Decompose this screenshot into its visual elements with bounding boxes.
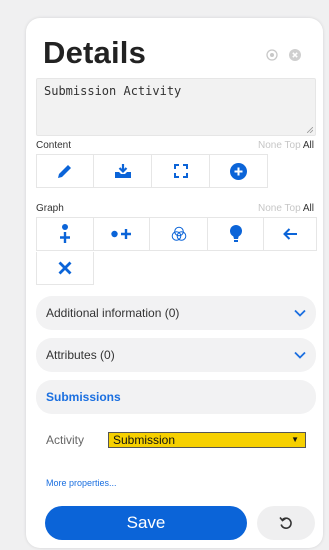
graph-section-label: Graph (36, 203, 64, 214)
undo-icon (279, 516, 292, 529)
resize-handle-icon[interactable] (307, 127, 313, 133)
add-button[interactable] (210, 155, 268, 188)
details-panel: Details Submission Activity Content None… (26, 18, 323, 548)
submissions-accordion[interactable]: Submissions (36, 380, 316, 414)
additional-information-accordion[interactable]: Additional information (0) (36, 296, 316, 330)
download-icon (114, 164, 131, 178)
add-circle-icon (230, 162, 247, 180)
dropdown-arrow-icon: ▼ (291, 435, 299, 444)
graph-filter-all[interactable]: All (303, 203, 314, 214)
description-textarea[interactable]: Submission Activity (36, 78, 316, 136)
add-related-icon (110, 229, 131, 239)
activity-label: Activity (46, 433, 85, 447)
activity-select[interactable]: Submission ▼ (108, 432, 306, 448)
close-icon[interactable] (289, 49, 301, 61)
circles-icon (171, 226, 186, 241)
additional-information-label: Additional information (0) (46, 306, 180, 320)
circles-button[interactable] (150, 218, 208, 251)
bulb-button[interactable] (208, 218, 264, 251)
content-filter: None Top All (258, 140, 314, 151)
add-child-icon (60, 224, 70, 243)
attributes-label: Attributes (0) (46, 348, 115, 362)
reset-button[interactable] (257, 506, 315, 540)
graph-filter-none[interactable]: None (258, 203, 282, 214)
arrow-left-icon (283, 228, 297, 240)
attributes-accordion[interactable]: Attributes (0) (36, 338, 316, 372)
graph-filter-top[interactable]: Top (285, 203, 301, 214)
save-button[interactable]: Save (45, 506, 247, 540)
edit-icon (58, 165, 71, 178)
edit-button[interactable] (36, 155, 94, 188)
content-toolbar (36, 154, 268, 188)
content-filter-all[interactable]: All (303, 140, 314, 151)
content-filter-top[interactable]: Top (285, 140, 301, 151)
fullscreen-button[interactable] (152, 155, 210, 188)
bulb-icon (229, 225, 242, 242)
download-button[interactable] (94, 155, 152, 188)
chevron-down-icon (294, 351, 306, 359)
activity-selected-value: Submission (113, 433, 176, 447)
close-x-icon (58, 261, 72, 275)
submissions-label: Submissions (46, 390, 121, 404)
remove-button[interactable] (36, 252, 94, 285)
locate-icon[interactable] (266, 49, 278, 61)
more-properties-link[interactable]: More properties... (46, 478, 117, 488)
back-button[interactable] (264, 218, 317, 251)
add-related-button[interactable] (94, 218, 150, 251)
chevron-down-icon (294, 309, 306, 317)
graph-filter: None Top All (258, 203, 314, 214)
content-section-label: Content (36, 140, 72, 151)
add-child-button[interactable] (36, 218, 94, 251)
graph-toolbar (36, 217, 317, 285)
description-text: Submission Activity (44, 84, 182, 98)
fullscreen-icon (173, 164, 188, 178)
panel-title: Details (43, 35, 147, 70)
content-filter-none[interactable]: None (258, 140, 282, 151)
